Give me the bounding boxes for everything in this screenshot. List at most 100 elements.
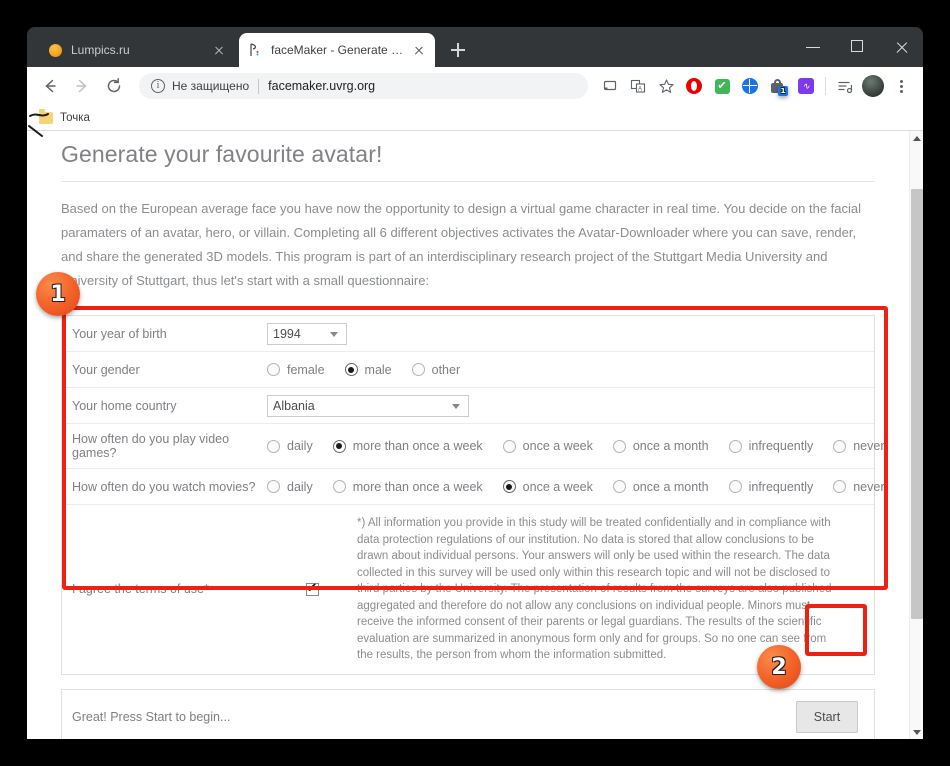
terms-text: *) All information you provide in this s…: [357, 517, 832, 661]
scribble-mark: [28, 113, 49, 137]
movies-option-once-a-month[interactable]: once a month: [612, 480, 709, 494]
radio-label: once a week: [522, 479, 593, 494]
radio-icon[interactable]: [728, 439, 742, 453]
terms-checkbox[interactable]: [305, 581, 319, 596]
movies-option-never[interactable]: never: [833, 480, 885, 494]
year-of-birth-label: Your year of birth: [72, 326, 167, 341]
toolbar-icons: A ✔ 1 ∿: [596, 73, 915, 99]
radio-label: never: [853, 439, 885, 453]
movies-option-more-than-once-a-week[interactable]: more than once a week: [332, 480, 483, 494]
home-country-select[interactable]: Albania: [267, 394, 469, 417]
new-tab-button[interactable]: [447, 39, 469, 61]
radio-icon[interactable]: [267, 480, 280, 493]
checkmark-extension-icon[interactable]: ✔: [709, 73, 735, 99]
lock-extension-icon[interactable]: 1: [765, 73, 791, 99]
start-button[interactable]: Start: [796, 700, 858, 733]
radio-label: once a month: [632, 439, 709, 453]
page-title: Generate your favourite avatar!: [61, 141, 875, 182]
screenshot-root: Lumpics.ru faceMaker - Generate your fav…: [0, 0, 950, 766]
radio-label: female: [287, 362, 325, 377]
radio-icon[interactable]: [612, 480, 626, 493]
gender-label: Your gender: [72, 362, 140, 377]
video-games-radio-group: daily more than once a week once a week: [267, 439, 885, 453]
purple-extension-icon[interactable]: ∿: [793, 73, 819, 99]
terms-checkbox-cell: [267, 505, 357, 674]
form-row-video-games: How often do you play video games? daily: [62, 424, 885, 469]
radio-icon-selected[interactable]: [344, 363, 358, 376]
menu-kebab-icon[interactable]: [888, 73, 914, 99]
radio-icon-selected[interactable]: [332, 439, 346, 453]
video-games-option-infrequently[interactable]: infrequently: [728, 439, 813, 453]
radio-icon[interactable]: [267, 439, 280, 453]
close-window-icon[interactable]: [879, 27, 923, 67]
movies-label: How often do you watch movies?: [72, 479, 256, 494]
form-row-terms: I agree the terms of use* *) All informa…: [62, 505, 874, 674]
gender-option-female[interactable]: female: [267, 363, 325, 377]
form-row-movies: How often do you watch movies? daily mor…: [62, 469, 885, 505]
cast-icon[interactable]: [597, 73, 623, 99]
forward-arrow-icon[interactable]: [67, 71, 97, 101]
back-arrow-icon[interactable]: [35, 71, 65, 101]
radio-icon[interactable]: [411, 363, 425, 376]
globe-extension-icon[interactable]: [737, 73, 763, 99]
bookmark-star-icon[interactable]: [653, 73, 679, 99]
video-games-option-more-than-once-a-week[interactable]: more than once a week: [332, 439, 483, 453]
movies-radio-group: daily more than once a week once a week: [267, 480, 885, 494]
radio-icon[interactable]: [267, 363, 280, 376]
video-games-option-never[interactable]: never: [833, 439, 885, 453]
radio-icon[interactable]: [728, 480, 742, 493]
radio-label: daily: [287, 479, 313, 494]
start-message: Great! Press Start to begin...: [72, 709, 231, 724]
reading-list-icon[interactable]: [832, 73, 858, 99]
profile-avatar-icon[interactable]: [860, 73, 886, 99]
questionnaire-form: Your year of birth 1994 Your gender fema…: [61, 315, 885, 675]
radio-icon[interactable]: [833, 439, 847, 453]
info-circle-icon: i: [151, 79, 165, 93]
radio-icon[interactable]: [502, 439, 516, 453]
annotation-marker-2: 2: [757, 645, 801, 689]
video-games-option-once-a-month[interactable]: once a month: [612, 439, 709, 453]
year-of-birth-select[interactable]: 1994: [267, 322, 347, 345]
annotation-marker-1: 1: [36, 272, 80, 316]
chevron-down-icon: 1994: [267, 322, 347, 345]
movies-option-once-a-week[interactable]: once a week: [502, 479, 593, 494]
radio-label: other: [431, 362, 461, 377]
radio-icon[interactable]: [612, 439, 626, 453]
reload-icon[interactable]: [99, 71, 129, 101]
form-row-gender: Your gender female male other: [62, 352, 874, 388]
translate-icon[interactable]: A: [625, 73, 651, 99]
radio-label: infrequently: [748, 479, 814, 494]
maximize-icon[interactable]: [835, 27, 879, 67]
movies-option-infrequently[interactable]: infrequently: [728, 479, 814, 494]
form-row-home-country: Your home country Albania: [62, 388, 874, 424]
page-scrollbar[interactable]: [909, 131, 923, 739]
scroll-up-arrow-icon[interactable]: [910, 131, 923, 145]
minimize-icon[interactable]: [791, 27, 835, 67]
video-games-option-once-a-week[interactable]: once a week: [502, 439, 593, 453]
start-section: Great! Press Start to begin... Start: [61, 688, 875, 739]
url-text: facemaker.uvrg.org: [268, 79, 376, 93]
bookmarks-bar: Точка: [27, 105, 923, 131]
video-games-label: How often do you play video games?: [72, 432, 230, 460]
close-icon[interactable]: [211, 42, 227, 58]
video-games-option-daily[interactable]: daily: [267, 439, 313, 453]
radio-icon-selected[interactable]: [502, 480, 516, 493]
close-icon[interactable]: [411, 42, 427, 58]
browser-tab-lumpics[interactable]: Lumpics.ru: [39, 33, 235, 67]
address-bar[interactable]: i Не защищено facemaker.uvrg.org: [139, 73, 588, 99]
radio-label: male: [364, 362, 392, 377]
bookmark-label: Точка: [60, 111, 90, 124]
gender-option-male[interactable]: male: [344, 362, 392, 377]
opera-extension-icon[interactable]: [681, 73, 707, 99]
movies-option-daily[interactable]: daily: [267, 480, 313, 494]
radio-icon[interactable]: [833, 480, 847, 493]
tab-title: faceMaker - Generate your favou: [271, 43, 407, 57]
radio-icon[interactable]: [332, 480, 346, 493]
tab-title: Lumpics.ru: [71, 43, 130, 57]
browser-toolbar: i Не защищено facemaker.uvrg.org A ✔ 1 ∿: [27, 67, 923, 105]
scroll-down-arrow-icon[interactable]: [910, 725, 923, 739]
gender-radio-group: female male other: [267, 363, 460, 377]
gender-option-other[interactable]: other: [411, 362, 461, 377]
browser-tab-facemaker[interactable]: faceMaker - Generate your favou: [239, 33, 435, 67]
scrollbar-thumb[interactable]: [911, 189, 923, 619]
